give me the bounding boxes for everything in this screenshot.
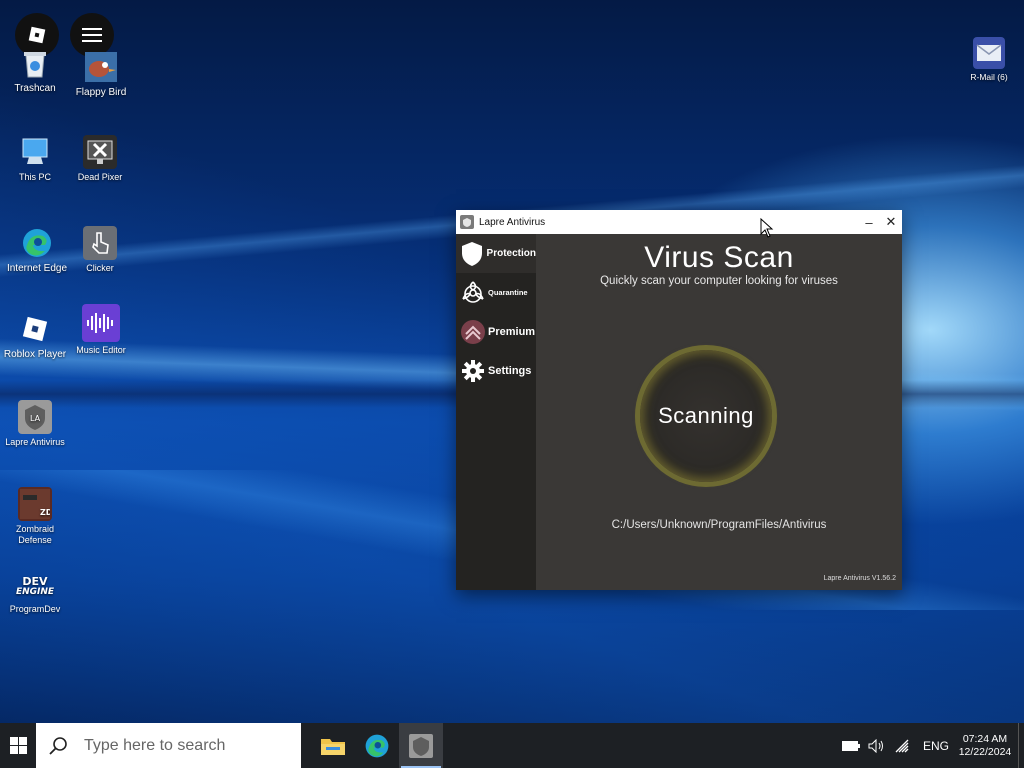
system-tray: ENG 07:24 AM 12/22/2024 [838, 723, 1024, 768]
desktop-icon-internet-edge[interactable]: Internet Edge [2, 226, 72, 274]
gear-icon [460, 358, 486, 384]
taskbar-search[interactable]: Type here to search [36, 723, 301, 768]
computer-icon [18, 135, 52, 169]
desktop-icon-label: Lapre Antivirus [5, 437, 65, 447]
desktop-icon-label: Dead Pixer [77, 172, 123, 182]
clock[interactable]: 07:24 AM 12/22/2024 [956, 733, 1014, 759]
clock-time: 07:24 AM [962, 732, 1008, 745]
lapre-antivirus-icon [409, 733, 433, 758]
sidebar-item-label: Settings [488, 364, 532, 377]
window-titlebar[interactable]: Lapre Antivirus – ✕ [456, 210, 902, 234]
taskbar-file-explorer[interactable] [311, 723, 355, 768]
network-icon[interactable] [890, 738, 916, 754]
shield-icon [460, 241, 485, 267]
window-title: Lapre Antivirus [479, 216, 546, 228]
desktop-icon-label: Zombraid Defense [15, 524, 54, 545]
scan-status: Scanning [658, 403, 754, 428]
biohazard-icon [460, 280, 486, 306]
desktop-icon-this-pc[interactable]: This PC [0, 135, 70, 183]
desktop-icon-roblox-player[interactable]: Roblox Player [0, 312, 70, 360]
dev-text: DEV [22, 575, 48, 588]
desktop-icon-label: This PC [18, 172, 51, 182]
language-indicator[interactable]: ENG [916, 739, 956, 753]
battery-icon[interactable] [838, 740, 864, 751]
desktop-icon-zombraid-defense[interactable]: ZD Zombraid Defense [0, 487, 70, 546]
la-text: LA [30, 414, 41, 423]
volume-icon[interactable] [864, 738, 890, 753]
sidebar-item-label: Protection [486, 248, 536, 259]
desktop-icon-music-editor[interactable]: Music Editor [66, 304, 136, 356]
devengine-icon: DEV ENGINE [16, 573, 54, 601]
windows-logo-icon [9, 737, 27, 754]
premium-icon [460, 319, 486, 345]
desktop-icon-label: Trashcan [14, 83, 56, 94]
file-explorer-icon [321, 738, 345, 755]
desktop-icon-dead-pixer[interactable]: Dead Pixer [65, 135, 135, 183]
sidebar-item-label: Quarantine [488, 288, 528, 297]
desktop-icon-label: Roblox Player [3, 349, 67, 360]
trashcan-icon [18, 46, 52, 80]
desktop-icon-label: Music Editor [76, 345, 126, 355]
taskbar-edge[interactable] [355, 723, 399, 768]
roblox-icon [18, 312, 52, 346]
hamburger-icon [82, 28, 102, 42]
mouse-cursor-icon [760, 218, 774, 238]
desktop-icon-label: Flappy Bird [75, 87, 127, 98]
edge-icon [20, 226, 54, 260]
clicker-icon [83, 226, 117, 260]
mail-icon [973, 37, 1005, 69]
page-subtitle: Quickly scan your computer looking for v… [600, 275, 838, 287]
minimize-button[interactable]: – [858, 210, 880, 234]
version-label: Lapre Antivirus V1.56.2 [823, 575, 896, 582]
sidebar-item-quarantine[interactable]: Quarantine [456, 273, 536, 312]
roblox-logo-icon [28, 26, 46, 44]
taskbar: Type here to search ENG 07:24 AM 12/22/2… [0, 723, 1024, 768]
sidebar-item-settings[interactable]: Settings [456, 351, 536, 390]
show-desktop-button[interactable] [1018, 723, 1024, 768]
page-title: Virus Scan [644, 241, 794, 274]
music-editor-icon [82, 304, 120, 342]
main-content: Virus Scan Quickly scan your computer lo… [536, 234, 902, 590]
clock-date: 12/22/2024 [958, 745, 1012, 758]
desktop-icon-flappy-bird[interactable]: Flappy Bird [66, 50, 136, 98]
close-button[interactable]: ✕ [880, 210, 902, 234]
desktop-icon-label: ProgramDev [9, 604, 61, 614]
sidebar-item-label: Premium [488, 325, 536, 338]
zd-text: ZD [40, 508, 50, 517]
flappy-bird-icon [84, 50, 118, 84]
search-placeholder: Type here to search [84, 736, 226, 754]
edge-icon [365, 734, 389, 757]
scan-path: C:/Users/Unknown/ProgramFiles/Antivirus [611, 519, 827, 531]
sidebar: Protection Quarantine Premium Settings [456, 234, 536, 590]
lapre-antivirus-icon: LA [18, 400, 52, 434]
desktop-icon-clicker[interactable]: Clicker [65, 226, 135, 274]
scan-button[interactable]: Scanning [640, 350, 772, 482]
sidebar-item-protection[interactable]: Protection [456, 234, 536, 273]
zombraid-icon: ZD [18, 487, 52, 521]
search-icon [49, 736, 67, 755]
desktop-icon-trashcan[interactable]: Trashcan [0, 46, 70, 94]
start-button[interactable] [0, 723, 36, 768]
app-icon [460, 215, 474, 229]
desktop-icon-label: R-Mail (6) [970, 72, 1008, 82]
lapre-antivirus-window[interactable]: Lapre Antivirus – ✕ Protection Quarantin… [456, 210, 902, 590]
dead-pixer-icon [83, 135, 117, 169]
desktop-icon-lapre-antivirus[interactable]: LA Lapre Antivirus [0, 400, 70, 448]
desktop-icon-label: Internet Edge [6, 263, 68, 274]
desktop-icon-r-mail[interactable]: R-Mail (6) [954, 37, 1024, 83]
sidebar-item-premium[interactable]: Premium [456, 312, 536, 351]
taskbar-lapre-antivirus[interactable] [399, 723, 443, 768]
desktop-icon-label: Clicker [86, 263, 114, 273]
desktop-icon-programdev[interactable]: DEV ENGINE ProgramDev [0, 573, 70, 615]
engine-text: ENGINE [15, 587, 55, 597]
